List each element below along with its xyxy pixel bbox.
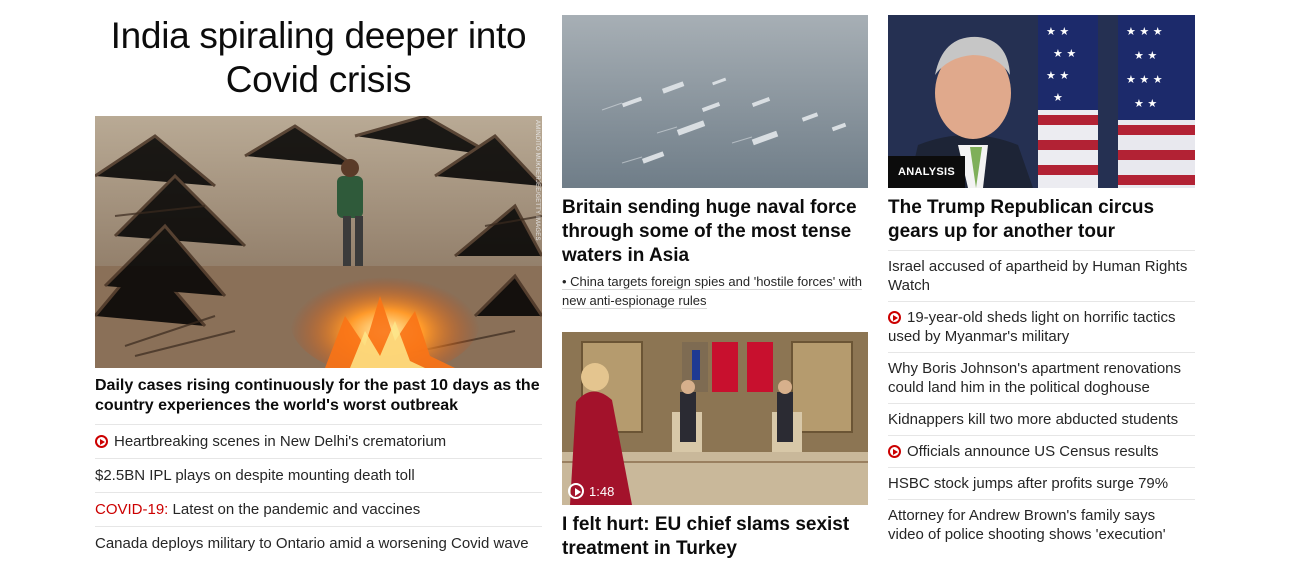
naval-related-link[interactable]: • China targets foreign spies and 'hosti… [562, 272, 868, 310]
play-icon [568, 483, 584, 499]
news-homepage: India spiraling deeper into Covid crisis [0, 0, 1290, 587]
analysis-tag: ANALYSIS [888, 156, 966, 188]
lead-story-column: India spiraling deeper into Covid crisis [95, 0, 542, 560]
video-duration-badge[interactable]: 1:48 [568, 483, 614, 499]
video-play-icon [95, 435, 108, 448]
list-item[interactable]: Canada deploys military to Ontario amid … [95, 526, 542, 560]
list-item[interactable]: Why Boris Johnson's apartment renovation… [888, 352, 1195, 403]
naval-headline[interactable]: Britain sending huge naval force through… [562, 196, 868, 268]
list-item[interactable]: Israel accused of apartheid by Human Rig… [888, 250, 1195, 301]
link-text[interactable]: • China targets foreign spies and 'hosti… [562, 274, 863, 309]
svg-text:★ ★ ★: ★ ★ ★ [1126, 25, 1163, 38]
link-text[interactable]: Latest on the pandemic and vaccines [168, 501, 421, 518]
video-play-icon [888, 311, 901, 324]
svg-text:★ ★: ★ ★ [1046, 69, 1069, 82]
svg-text:★ ★: ★ ★ [1134, 49, 1157, 62]
svg-text:★ ★ ★: ★ ★ ★ [1126, 73, 1163, 86]
list-item[interactable]: HSBC stock jumps after profits surge 79% [888, 467, 1195, 499]
video-play-icon [888, 445, 901, 458]
link-text[interactable]: Officials announce US Census results [907, 443, 1159, 460]
list-item[interactable]: 19-year-old sheds light on horrific tact… [888, 301, 1195, 352]
link-text[interactable]: Attorney for Andrew Brown's family says … [888, 507, 1166, 543]
right-column: ★ ★ ★ ★ ★ ★ ★ ★ ★ ★ ★ ★ ★ ★ ★ ★ ★ ANALYSIS The… [888, 0, 1195, 550]
list-item[interactable]: Heartbreaking scenes in New Delhi's crem… [95, 424, 542, 458]
list-item[interactable]: $2.5BN IPL plays on despite mounting dea… [95, 458, 542, 492]
link-text[interactable]: Why Boris Johnson's apartment renovation… [888, 360, 1181, 396]
image-credit: AMINDITO MUKHERJEE/GETTY IMAGES [534, 120, 540, 241]
list-item[interactable]: COVID-19: Latest on the pandemic and vac… [95, 492, 542, 526]
svg-text:★ ★: ★ ★ [1046, 25, 1069, 38]
naval-fleet-photo [562, 15, 868, 188]
link-text[interactable]: Kidnappers kill two more abducted studen… [888, 411, 1178, 428]
crematorium-photo [95, 116, 542, 368]
link-text[interactable]: Heartbreaking scenes in New Delhi's crem… [114, 433, 446, 450]
eu-chief-headline[interactable]: I felt hurt: EU chief slams sexist treat… [562, 513, 868, 561]
svg-text:★ ★: ★ ★ [1053, 47, 1076, 60]
analysis-headline[interactable]: The Trump Republican circus gears up for… [888, 196, 1195, 244]
list-item[interactable]: Kidnappers kill two more abducted studen… [888, 403, 1195, 435]
right-headline-list: Israel accused of apartheid by Human Rig… [888, 250, 1195, 550]
middle-column: Britain sending huge naval force through… [562, 0, 868, 561]
list-item[interactable]: Attorney for Andrew Brown's family says … [888, 499, 1195, 550]
lead-subheadline[interactable]: Daily cases rising continuously for the … [95, 376, 542, 416]
link-text[interactable]: $2.5BN IPL plays on despite mounting dea… [95, 467, 415, 484]
list-item[interactable]: Officials announce US Census results [888, 435, 1195, 467]
svg-text:★ ★: ★ ★ [1134, 97, 1157, 110]
link-text[interactable]: Israel accused of apartheid by Human Rig… [888, 258, 1187, 294]
lead-related-links: Heartbreaking scenes in New Delhi's crem… [95, 424, 542, 560]
svg-text:★: ★ [1053, 91, 1063, 104]
link-text[interactable]: 19-year-old sheds light on horrific tact… [888, 309, 1175, 345]
lead-image[interactable]: AMINDITO MUKHERJEE/GETTY IMAGES [95, 116, 542, 368]
lead-headline[interactable]: India spiraling deeper into Covid crisis [95, 14, 542, 102]
eu-meeting-photo [562, 332, 868, 505]
analysis-image[interactable]: ★ ★ ★ ★ ★ ★ ★ ★ ★ ★ ★ ★ ★ ★ ★ ★ ★ ANALYSIS [888, 15, 1195, 188]
link-text[interactable]: Canada deploys military to Ontario amid … [95, 535, 529, 552]
link-prefix[interactable]: COVID-19: [95, 501, 168, 518]
eu-chief-video[interactable]: 1:48 [562, 332, 868, 505]
video-duration: 1:48 [589, 483, 615, 499]
link-text[interactable]: HSBC stock jumps after profits surge 79% [888, 475, 1168, 492]
naval-image[interactable] [562, 15, 868, 188]
